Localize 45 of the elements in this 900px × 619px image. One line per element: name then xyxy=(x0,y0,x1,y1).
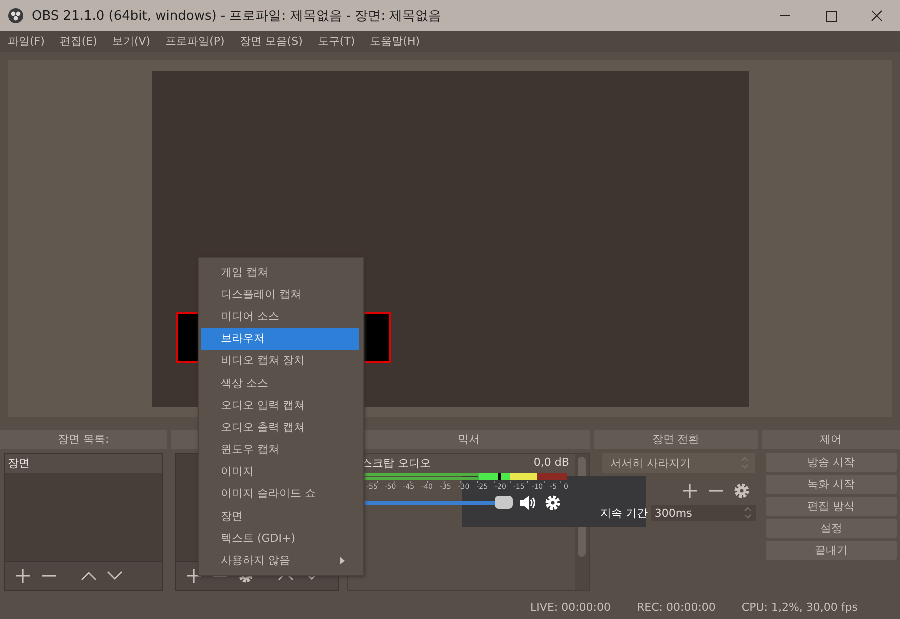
menu-item[interactable]: 도움말(H) xyxy=(370,34,420,49)
control-button[interactable]: 편집 방식 xyxy=(766,497,898,516)
menu-item[interactable]: 게임 캡쳐 xyxy=(201,261,359,284)
menu-item[interactable]: 파일(F) xyxy=(8,34,45,49)
down-icon[interactable] xyxy=(107,571,123,581)
dock-title: 제어 xyxy=(762,430,900,449)
menu-item[interactable]: 장면 모음(S) xyxy=(240,34,303,49)
menu-item[interactable]: 이미지 xyxy=(201,460,359,483)
dock-title: 장면 목록: xyxy=(0,430,168,449)
menu-item[interactable]: 프로파일(P) xyxy=(166,34,225,49)
transition-dropdown[interactable]: 서서히 사라지기 xyxy=(602,453,755,473)
up-icon[interactable] xyxy=(81,571,97,581)
duration-field[interactable]: 300ms xyxy=(650,505,756,521)
control-button[interactable]: 방송 시작 xyxy=(766,453,898,472)
plus-icon[interactable] xyxy=(682,483,698,499)
menu-item[interactable]: 색상 소스 xyxy=(201,372,359,394)
speaker-icon[interactable] xyxy=(519,495,538,511)
menu-item[interactable]: 보기(V) xyxy=(112,34,151,49)
app-logo-icon xyxy=(8,8,24,24)
slider-thumb[interactable] xyxy=(495,496,514,509)
dock-title: 장면 전환 xyxy=(594,430,758,449)
menu-item[interactable]: 오디오 입력 캡쳐 xyxy=(201,394,359,416)
menu-item[interactable]: 브라우저 xyxy=(201,328,359,350)
plus-icon[interactable] xyxy=(15,568,31,584)
status-text: CPU: 1,2%, 30,00 fps xyxy=(742,600,858,614)
control-button[interactable]: 녹화 시작 xyxy=(766,475,898,494)
menu-item[interactable]: 편집(E) xyxy=(60,34,98,49)
menu-item[interactable]: 장면 xyxy=(201,505,359,528)
menu-item[interactable]: 도구(T) xyxy=(318,34,356,49)
scene-item[interactable]: 장면 xyxy=(5,454,162,473)
menu-item[interactable]: 비디오 캡쳐 장치 xyxy=(201,350,359,372)
control-button[interactable]: 설정 xyxy=(766,519,898,538)
plus-icon[interactable] xyxy=(186,568,202,584)
status-text: REC: 00:00:00 xyxy=(637,600,716,614)
status-text: LIVE: 00:00:00 xyxy=(530,600,612,614)
menu-item[interactable]: 이미지 슬라이드 쇼 xyxy=(201,482,359,506)
duration-label: 지속 기간 xyxy=(600,506,648,520)
volume-reading: 0,0 dB xyxy=(534,456,570,471)
menu-item[interactable]: 사용하지 않음 xyxy=(201,549,359,572)
control-button[interactable]: 끝내기 xyxy=(766,541,898,560)
channel-name: 스크탑 오디오 xyxy=(361,456,431,471)
menu-item[interactable]: 미디어 소스 xyxy=(201,305,359,328)
menu-item[interactable]: 텍스트 (GDI+) xyxy=(201,527,359,550)
menu-item[interactable]: 디스플레이 캡쳐 xyxy=(201,283,359,306)
window-title: OBS 21.1.0 (64bit, windows) - 프로파일: 제목없음 - 장면: 제목없음 xyxy=(32,8,443,24)
